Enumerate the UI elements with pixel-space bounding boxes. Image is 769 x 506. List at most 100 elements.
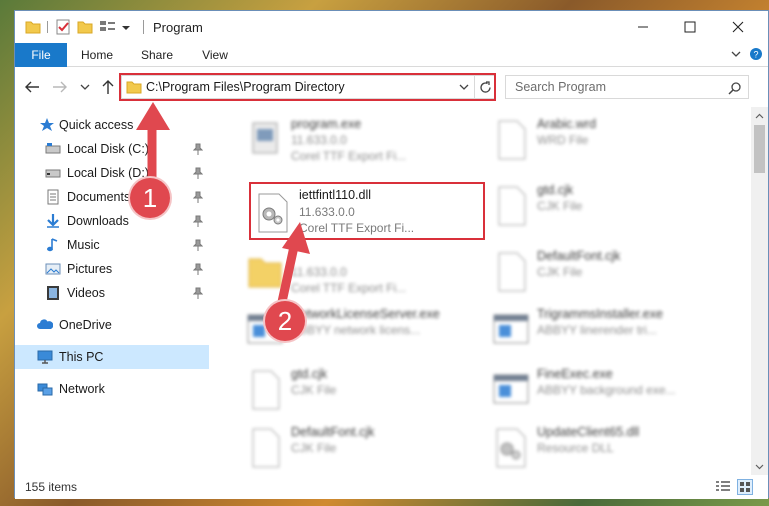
sidebar-item-quick-access[interactable]: Quick access (15, 113, 209, 137)
pin-icon[interactable] (193, 263, 203, 275)
computer-icon (37, 350, 53, 364)
list-item[interactable]: Arabic.wrd WRD File (483, 111, 723, 167)
downloads-icon (47, 214, 59, 228)
forward-arrow-icon[interactable] (51, 79, 69, 95)
videos-icon (47, 286, 59, 300)
item-count: 155 items (25, 480, 78, 494)
onedrive-icon (37, 319, 53, 329)
new-folder-icon[interactable] (77, 19, 93, 35)
tab-home[interactable]: Home (77, 43, 117, 67)
separator (47, 21, 48, 33)
dll-gear-icon (258, 193, 288, 233)
list-item[interactable]: TrigrammsInstaller.exe ABBYY linerender … (483, 301, 723, 357)
exe-icon (252, 122, 278, 154)
pin-icon[interactable] (193, 215, 203, 227)
drive-icon (45, 143, 61, 154)
list-item[interactable]: UpdateClient65.dll Resource DLL (483, 419, 723, 475)
app-window-icon (493, 314, 529, 344)
chevron-up-icon (755, 113, 764, 118)
search-input[interactable]: Search Program (505, 75, 749, 99)
network-icon (37, 383, 53, 396)
chevron-down-icon[interactable] (79, 79, 91, 95)
search-icon (728, 82, 741, 95)
minimize-icon (638, 26, 648, 28)
list-item[interactable]: 11.633.0.0 Corel TTF Export Fi... (237, 243, 477, 299)
sidebar-item-documents[interactable]: Documents (15, 185, 209, 209)
maximize-icon (684, 21, 696, 33)
address-bar[interactable]: C:\Program Files\Program Directory (121, 75, 495, 99)
separator (143, 20, 144, 34)
file-icon (252, 370, 280, 410)
pin-icon[interactable] (193, 143, 203, 155)
list-item[interactable]: gtd.cjk CJK File (237, 361, 477, 417)
navigation-bar: C:\Program Files\Program Directory Searc… (15, 67, 768, 107)
list-item[interactable]: gtd.cjk CJK File (483, 177, 723, 233)
star-icon (40, 118, 54, 131)
list-item[interactable]: program.exe 11.633.0.0 Corel TTF Export … (237, 111, 477, 167)
scroll-down-button[interactable] (751, 458, 768, 475)
folder-icon (25, 21, 41, 34)
file-icon (498, 252, 526, 292)
minimize-button[interactable] (620, 11, 666, 43)
list-item[interactable]: FineExec.exe ABBYY background exe... (483, 361, 723, 417)
pictures-icon (45, 263, 61, 275)
sidebar-item-network[interactable]: Network (15, 377, 209, 401)
chevron-down-icon (755, 464, 764, 469)
refresh-button[interactable] (474, 76, 495, 98)
app-window-icon (247, 314, 283, 344)
status-bar: 155 items (15, 475, 768, 499)
pin-icon[interactable] (193, 167, 203, 179)
list-item[interactable]: NetworkLicenseServer.exe ABBYY network l… (237, 301, 477, 357)
navigation-pane: Quick access Local Disk (C:) Local Disk … (15, 107, 209, 475)
up-arrow-icon[interactable] (99, 79, 117, 95)
close-button[interactable] (715, 11, 761, 43)
sidebar-item-local-disk-d[interactable]: Local Disk (D:) (15, 161, 209, 185)
details-view-icon[interactable] (715, 480, 731, 494)
vertical-scrollbar[interactable] (751, 107, 768, 475)
tab-file[interactable]: File (15, 43, 67, 67)
svg-text:?: ? (753, 50, 758, 60)
sidebar-item-music[interactable]: Music (15, 233, 209, 257)
file-icon (498, 186, 526, 226)
documents-icon (47, 189, 59, 205)
chevron-down-icon[interactable] (121, 19, 131, 35)
app-window-icon (493, 374, 529, 404)
explorer-window: Program File Home Share View ? C:\Progra… (14, 10, 769, 499)
title-bar: Program (15, 11, 768, 43)
music-icon (47, 238, 58, 252)
dll-gear-icon (496, 428, 526, 468)
help-icon[interactable]: ? (749, 47, 763, 61)
list-item[interactable]: DefaultFont.cjk CJK File (237, 419, 477, 475)
list-item[interactable]: DefaultFont.cjk CJK File (483, 243, 723, 299)
tiles-view-button[interactable] (737, 479, 753, 495)
sidebar-item-this-pc[interactable]: This PC (15, 345, 209, 369)
pin-icon[interactable] (193, 239, 203, 251)
folder-icon (248, 258, 282, 288)
ribbon-tabs: File Home Share View ? (15, 43, 768, 67)
scrollbar-thumb[interactable] (754, 125, 765, 173)
window-title: Program (153, 20, 203, 35)
pin-icon[interactable] (193, 191, 203, 203)
customize-icon[interactable] (99, 19, 117, 35)
close-icon (732, 21, 744, 33)
tab-share[interactable]: Share (137, 43, 177, 67)
address-path[interactable]: C:\Program Files\Program Directory (146, 80, 345, 94)
sidebar-item-downloads[interactable]: Downloads (15, 209, 209, 233)
sidebar-item-local-disk-c[interactable]: Local Disk (C:) (15, 137, 209, 161)
file-list: program.exe 11.633.0.0 Corel TTF Export … (211, 107, 751, 475)
maximize-button[interactable] (667, 11, 713, 43)
sidebar-item-videos[interactable]: Videos (15, 281, 209, 305)
sidebar-item-onedrive[interactable]: OneDrive (15, 313, 209, 337)
chevron-down-icon[interactable] (458, 81, 470, 93)
refresh-icon (479, 80, 491, 93)
tiles-view-icon (740, 482, 750, 492)
scroll-up-button[interactable] (751, 107, 768, 124)
tab-view[interactable]: View (195, 43, 235, 67)
chevron-down-icon[interactable] (729, 47, 743, 61)
properties-icon[interactable] (55, 19, 71, 35)
list-item-highlighted[interactable]: iettfintl110.dll 11.633.0.0 Corel TTF Ex… (249, 182, 485, 240)
pin-icon[interactable] (193, 287, 203, 299)
back-arrow-icon[interactable] (23, 79, 41, 95)
folder-icon (126, 81, 142, 94)
sidebar-item-pictures[interactable]: Pictures (15, 257, 209, 281)
